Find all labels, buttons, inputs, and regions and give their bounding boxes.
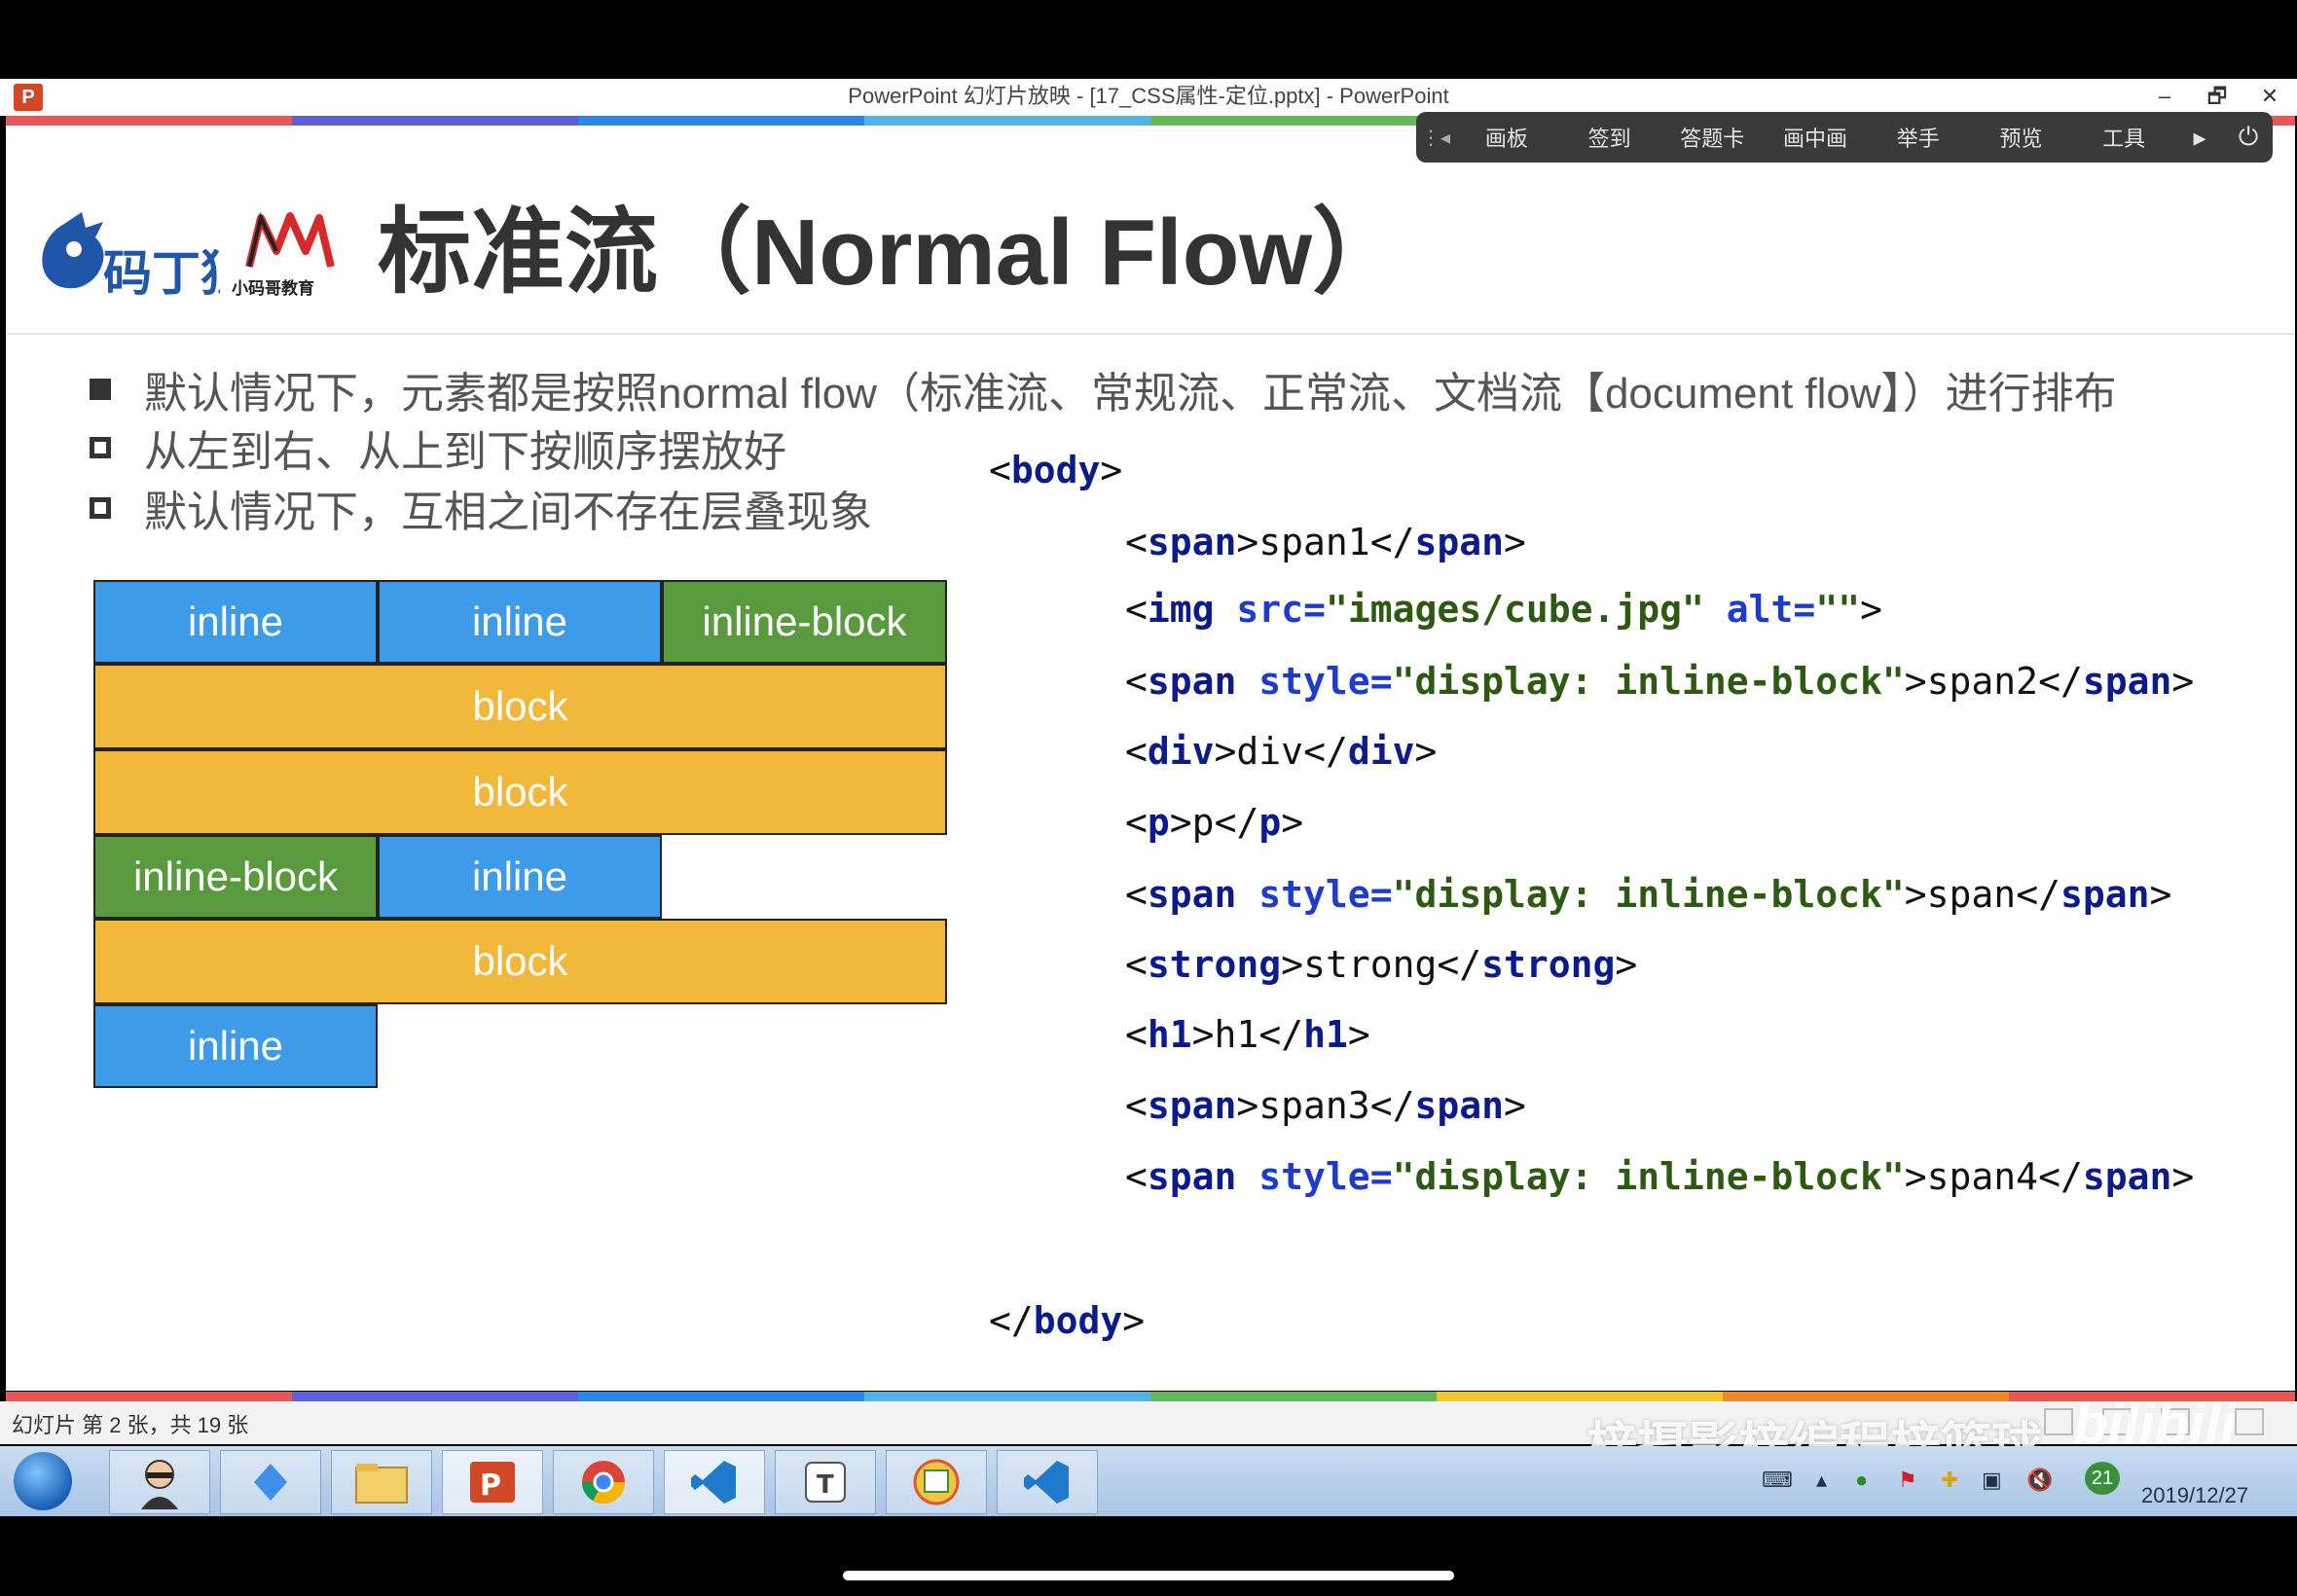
code-line: <div>div</div> bbox=[1125, 730, 1438, 773]
code-line: <span>span1</span> bbox=[1125, 521, 1526, 563]
svg-text:P: P bbox=[480, 1469, 501, 1503]
block-box: block bbox=[93, 749, 947, 835]
svg-text:T: T bbox=[817, 1470, 834, 1500]
bottom-color-stripe bbox=[6, 1392, 2295, 1401]
powerpoint-icon[interactable]: P bbox=[442, 1450, 543, 1514]
window-title: PowerPoint 幻灯片放映 - [17_CSS属性-定位.pptx] - … bbox=[848, 84, 1449, 108]
inline-box: inline bbox=[93, 580, 378, 664]
code-line: <strong>strong</strong> bbox=[1125, 943, 1638, 986]
toolbar-answer-card[interactable]: 答题卡 bbox=[1660, 122, 1764, 153]
keyboard-icon[interactable]: ⌨ bbox=[1762, 1468, 1793, 1493]
code-line: <h1>h1</h1> bbox=[1125, 1013, 1370, 1056]
minimize-button[interactable]: – bbox=[2147, 80, 2182, 113]
xiaomage-logo: 小码哥教育 bbox=[230, 206, 350, 300]
toolbar-grip-icon[interactable]: ⋮◂ bbox=[1416, 126, 1455, 150]
user-avatar-icon[interactable] bbox=[109, 1450, 210, 1514]
slideshow-toolbar: ⋮◂ 画板 签到 答题卡 画中画 举手 预览 工具 ▸ ⏻ bbox=[1416, 112, 2273, 163]
taskbar-date[interactable]: 2019/12/27 bbox=[2141, 1483, 2248, 1508]
inline-block-box: inline-block bbox=[662, 580, 947, 664]
title-divider bbox=[6, 333, 2295, 335]
hollow-square-bullet-icon bbox=[90, 437, 111, 458]
hollow-square-bullet-icon bbox=[90, 497, 111, 519]
bullet-item: 从左到右、从上到下按顺序摆放好 bbox=[90, 417, 786, 479]
bullet-text: 默认情况下，元素都是按照normal flow（标准流、常规流、正常流、文档流【… bbox=[144, 370, 2117, 417]
code-line: <span style="display: inline-block">span… bbox=[1125, 873, 2172, 916]
toolbar-raise-hand[interactable]: 举手 bbox=[1867, 122, 1970, 153]
inline-box: inline bbox=[378, 835, 662, 919]
code-line: <span style="display: inline-block">span… bbox=[1125, 1155, 2195, 1198]
inline-box: inline bbox=[378, 580, 662, 664]
inline-block-box: inline-block bbox=[93, 835, 378, 919]
home-indicator[interactable] bbox=[843, 1571, 1454, 1580]
toolbar-preview[interactable]: 预览 bbox=[1970, 122, 2073, 153]
slideshow-view-icon[interactable] bbox=[2235, 1408, 2264, 1435]
update-icon[interactable]: ✚ bbox=[1941, 1468, 1958, 1493]
code-line: <p>p</p> bbox=[1125, 801, 1304, 844]
code-line: <img src="images/cube.jpg" alt=""> bbox=[1125, 588, 1882, 631]
code-line: <span style="display: inline-block">span… bbox=[1125, 660, 2195, 703]
block-box: block bbox=[93, 919, 947, 1004]
slide-counter: 幻灯片 第 2 张，共 19 张 bbox=[12, 1413, 249, 1437]
toolbar-tools[interactable]: 工具 bbox=[2072, 122, 2175, 153]
svg-text:小码哥教育: 小码哥教育 bbox=[232, 278, 314, 299]
toolbar-drawing-board[interactable]: 画板 bbox=[1455, 122, 1558, 153]
code-line: <body> bbox=[989, 449, 1123, 491]
bullet-text: 从左到右、从上到下按顺序摆放好 bbox=[144, 428, 786, 476]
vscode-icon[interactable] bbox=[664, 1450, 765, 1514]
show-hidden-icons-icon[interactable]: ▴ bbox=[1816, 1468, 1827, 1493]
typora-icon[interactable]: T bbox=[775, 1450, 876, 1514]
toolbar-sign-in[interactable]: 签到 bbox=[1558, 122, 1661, 153]
bullet-item: 默认情况下，互相之间不存在层叠现象 bbox=[90, 477, 872, 539]
code-line: <span>span3</span> bbox=[1125, 1084, 1526, 1127]
vscode-icon[interactable] bbox=[997, 1450, 1098, 1514]
file-explorer-icon[interactable] bbox=[331, 1450, 432, 1514]
notification-badge[interactable]: 21 bbox=[2085, 1462, 2120, 1495]
filled-square-bullet-icon bbox=[90, 379, 111, 400]
toolbar-picture-in-picture[interactable]: 画中画 bbox=[1764, 122, 1867, 153]
power-icon[interactable]: ⏻ bbox=[2224, 122, 2273, 153]
inline-box: inline bbox=[93, 1004, 378, 1088]
block-box: block bbox=[93, 664, 947, 749]
svg-text:码丁狼: 码丁狼 bbox=[103, 245, 220, 302]
code-line: </body> bbox=[989, 1299, 1146, 1342]
start-button-icon[interactable] bbox=[14, 1452, 72, 1510]
close-button[interactable]: ✕ bbox=[2252, 80, 2287, 113]
chrome-icon[interactable] bbox=[553, 1450, 654, 1514]
action-center-flag-icon[interactable]: ⚑ bbox=[1898, 1468, 1917, 1493]
collapse-arrow-icon[interactable]: ▸ bbox=[2175, 123, 2224, 153]
restore-button[interactable]: 🗗 bbox=[2200, 80, 2235, 113]
vscode-blue-icon[interactable] bbox=[220, 1450, 321, 1514]
green-status-icon[interactable]: ● bbox=[1855, 1468, 1868, 1493]
normal-view-icon[interactable] bbox=[2044, 1408, 2073, 1435]
slide-title: 标准流（Normal Flow） bbox=[378, 200, 1406, 305]
network-icon[interactable]: ▣ bbox=[1982, 1468, 2002, 1493]
wolf-logo: 码丁狼 bbox=[35, 204, 249, 302]
bullet-item: 默认情况下，元素都是按照normal flow（标准流、常规流、正常流、文档流【… bbox=[90, 358, 2117, 420]
calendar-app-icon[interactable] bbox=[886, 1450, 987, 1514]
volume-muted-icon[interactable]: 🔇 bbox=[2026, 1468, 2053, 1493]
bullet-text: 默认情况下，互相之间不存在层叠现象 bbox=[144, 489, 872, 536]
